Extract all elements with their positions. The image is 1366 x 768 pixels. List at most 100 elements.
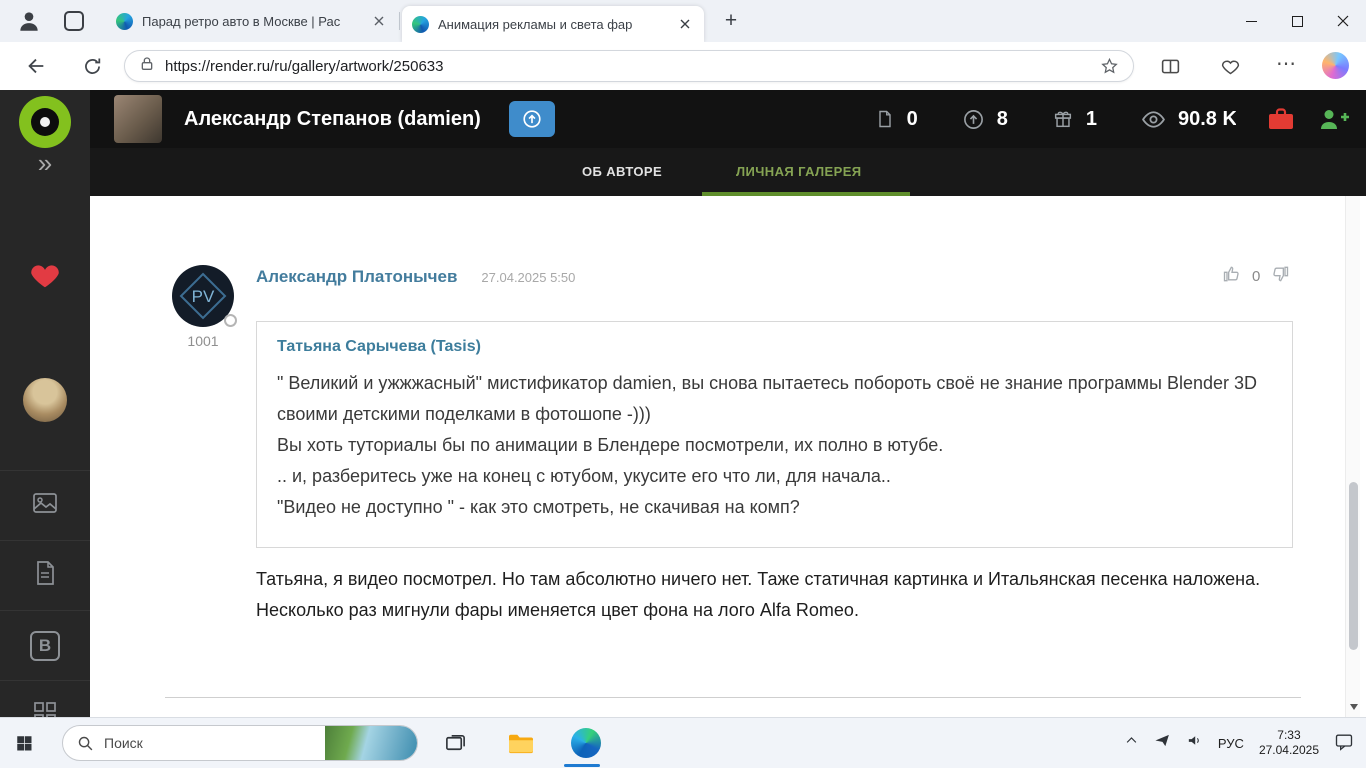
- window-maximize-button[interactable]: [1274, 0, 1320, 42]
- task-view-icon[interactable]: [444, 732, 467, 755]
- stat-rating: 8: [962, 108, 1008, 131]
- tab-favicon-icon: [412, 15, 429, 33]
- browser-profile-icon[interactable]: [16, 8, 42, 34]
- add-person-icon[interactable]: [1318, 107, 1350, 131]
- sidebar: » B: [0, 90, 90, 717]
- comments-section: PV 1001 Александр Платонычев 27.04.2025 …: [90, 196, 1345, 717]
- page-viewport: » B Александр Степанов (damien) 0 8 1 90…: [0, 90, 1366, 717]
- window-controls: [1228, 0, 1366, 42]
- favorites-heart-icon[interactable]: [24, 250, 66, 290]
- quote-paragraph: "Видео не доступно " - как это смотреть,…: [277, 497, 800, 517]
- author-rating: 1001: [187, 333, 219, 349]
- comment-author-name[interactable]: Александр Платонычев: [256, 267, 457, 287]
- favorites-star-icon[interactable]: [1100, 57, 1119, 76]
- airplane-icon[interactable]: [1154, 732, 1171, 754]
- tab-personal-gallery[interactable]: ЛИЧНАЯ ГАЛЕРЕЯ: [736, 164, 862, 179]
- quote-author-name[interactable]: Татьяна Сарычева (Tasis): [277, 338, 1272, 356]
- document-icon: [31, 559, 59, 592]
- search-placeholder: Поиск: [104, 735, 143, 751]
- sidebar-expand-icon[interactable]: »: [0, 148, 90, 178]
- profile-avatar[interactable]: [114, 95, 162, 143]
- system-tray: РУС 7:33 27.04.2025: [1109, 728, 1354, 758]
- site-info-lock-icon[interactable]: [139, 56, 155, 77]
- file-explorer-icon[interactable]: [507, 731, 535, 755]
- address-bar[interactable]: https://render.ru/ru/gallery/artwork/250…: [124, 50, 1134, 82]
- browser-toolbar: https://render.ru/ru/gallery/artwork/250…: [0, 42, 1366, 90]
- quote-paragraph: Вы хоть туториалы бы по анимации в Бленд…: [277, 435, 944, 455]
- action-center-icon[interactable]: [1334, 731, 1354, 756]
- thumb-down-icon[interactable]: [1270, 264, 1290, 289]
- taskbar: Поиск РУС 7:33 27.04.2025: [0, 717, 1366, 768]
- start-button[interactable]: [0, 718, 48, 768]
- tray-chevron-up-icon[interactable]: [1124, 733, 1139, 753]
- browser-essentials-icon[interactable]: [1218, 54, 1242, 78]
- volume-icon[interactable]: [1186, 732, 1203, 754]
- image-icon: [31, 489, 59, 522]
- tab-favicon-icon: [116, 12, 133, 30]
- tab-close-icon[interactable]: [676, 15, 694, 33]
- comment-like-controls: 0: [1222, 264, 1290, 289]
- profile-nav: ОБ АВТОРЕ ЛИЧНАЯ ГАЛЕРЕЯ: [90, 148, 1366, 196]
- quote-paragraph: .. и, разберитесь уже на конец с ютубом,…: [277, 466, 891, 486]
- thumb-up-icon[interactable]: [1222, 264, 1242, 289]
- settings-more-icon[interactable]: ⋯: [1272, 50, 1300, 78]
- arrow-up-circle-icon: [963, 109, 983, 129]
- profile-header: Александр Степанов (damien) 0 8 1 90.8 K: [90, 90, 1366, 148]
- profile-name: Александр Степанов (damien): [184, 107, 481, 130]
- window-minimize-button[interactable]: [1228, 0, 1274, 42]
- gift-icon: [1054, 111, 1071, 128]
- quoted-comment: Татьяна Сарычева (Tasis) " Великий и ужж…: [256, 321, 1293, 548]
- scrollbar-down-icon[interactable]: [1346, 699, 1361, 715]
- page-scrollbar[interactable]: [1345, 196, 1360, 717]
- browser-tab-strip: Парад ретро авто в Москве | Рас Анимация…: [0, 0, 1366, 42]
- clock-date: 27.04.2025: [1258, 743, 1319, 757]
- stat-awards: 1: [1052, 108, 1097, 131]
- new-tab-button[interactable]: +: [718, 8, 744, 34]
- sidebar-user-avatar[interactable]: [23, 378, 67, 422]
- refresh-icon[interactable]: [80, 54, 104, 78]
- taskbar-search[interactable]: Поиск: [62, 725, 418, 761]
- tab-about-author[interactable]: ОБ АВТОРЕ: [582, 164, 662, 179]
- window-close-button[interactable]: [1320, 0, 1366, 42]
- edge-app-icon[interactable]: [571, 728, 601, 758]
- tab-title: Анимация рекламы и света фар: [438, 16, 633, 32]
- stat-posts: 0: [875, 108, 918, 131]
- split-screen-icon[interactable]: [1158, 54, 1182, 78]
- browser-tab-inactive[interactable]: Парад ретро авто в Москве | Рас: [106, 0, 398, 42]
- clock[interactable]: 7:33 27.04.2025: [1259, 728, 1319, 758]
- browser-tab-active[interactable]: Анимация рекламы и света фар: [402, 6, 704, 42]
- stat-value: 90.8 K: [1178, 107, 1236, 130]
- stat-value: 0: [906, 107, 918, 130]
- sidebar-item-documents[interactable]: [0, 540, 90, 610]
- tab-close-icon[interactable]: [370, 12, 388, 30]
- sidebar-item-community[interactable]: [0, 680, 90, 717]
- svg-text:PV: PV: [192, 287, 215, 306]
- posts-document-icon: [878, 110, 891, 128]
- render-ru-logo-icon[interactable]: [19, 96, 71, 148]
- sidebar-item-gallery[interactable]: [0, 470, 90, 540]
- language-indicator[interactable]: РУС: [1218, 736, 1244, 751]
- stat-value: 1: [1085, 107, 1097, 130]
- briefcase-icon[interactable]: [1266, 106, 1296, 132]
- like-count: 0: [1252, 268, 1261, 285]
- grid-icon: [31, 699, 59, 717]
- sidebar-item-blog[interactable]: B: [0, 610, 90, 680]
- tab-title: Парад ретро авто в Москве | Рас: [142, 13, 341, 29]
- comment-date: 27.04.2025 5:50: [481, 270, 576, 285]
- stat-views: 90.8 K: [1141, 107, 1236, 132]
- back-icon[interactable]: [24, 54, 48, 78]
- stat-value: 8: [996, 107, 1008, 130]
- url-text: https://render.ru/ru/gallery/artwork/250…: [165, 57, 444, 75]
- tab-separator: [399, 12, 400, 30]
- comment-divider: [165, 697, 1301, 698]
- copilot-icon[interactable]: [1322, 52, 1349, 79]
- scrollbar-thumb[interactable]: [1349, 482, 1358, 650]
- upload-button[interactable]: [508, 101, 555, 137]
- screen: Парад ретро авто в Москве | Рас Анимация…: [0, 0, 1366, 768]
- profile-stats: 0 8 1 90.8 K: [831, 106, 1366, 132]
- windows-logo-icon: [17, 736, 32, 751]
- quote-paragraph: " Великий и ужжжасный" мистификатор dami…: [277, 373, 1258, 424]
- status-dot: [224, 314, 237, 327]
- tab-actions-icon[interactable]: [64, 11, 84, 31]
- comment-reply-text: Татьяна, я видео посмотрел. Но там абсол…: [256, 569, 1261, 620]
